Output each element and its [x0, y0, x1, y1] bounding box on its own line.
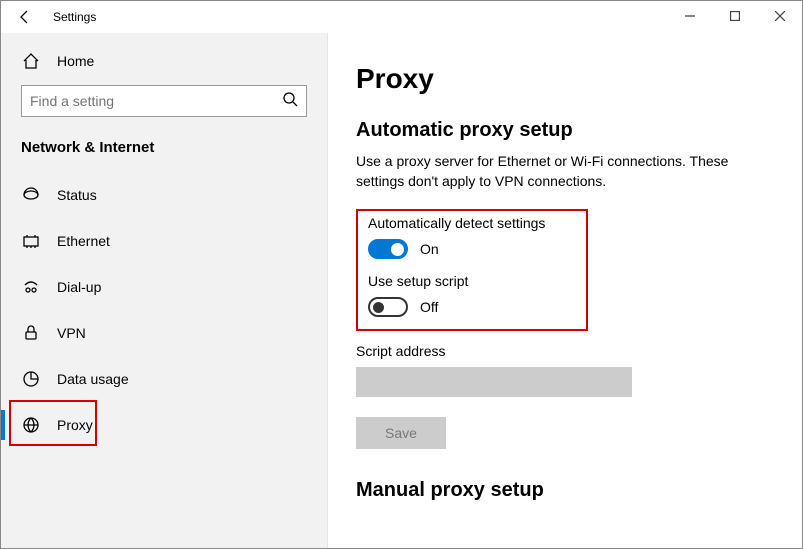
dialup-icon	[21, 277, 41, 297]
search-input[interactable]	[30, 93, 270, 109]
arrow-left-icon	[17, 9, 33, 25]
section-auto-title: Automatic proxy setup	[356, 119, 774, 142]
sidebar-item-ethernet[interactable]: Ethernet	[1, 218, 327, 264]
sidebar-item-label: Ethernet	[57, 233, 110, 249]
search-icon	[282, 91, 298, 112]
sidebar-item-label: Data usage	[57, 371, 129, 387]
sidebar-item-proxy[interactable]: Proxy	[1, 402, 327, 448]
maximize-icon	[730, 11, 740, 21]
sidebar-home[interactable]: Home	[1, 41, 327, 81]
sidebar-item-label: Status	[57, 187, 97, 203]
status-icon	[21, 185, 41, 205]
use-script-toggle[interactable]	[368, 297, 408, 317]
sidebar-item-datausage[interactable]: Data usage	[1, 356, 327, 402]
sidebar-section-header: Network & Internet	[1, 129, 327, 172]
sidebar-home-label: Home	[57, 53, 94, 69]
auto-detect-toggle[interactable]	[368, 239, 408, 259]
search-box[interactable]	[21, 85, 307, 117]
sidebar-item-label: Dial-up	[57, 279, 101, 295]
ethernet-icon	[21, 231, 41, 251]
page-title: Proxy	[356, 63, 774, 95]
sidebar-item-label: Proxy	[57, 417, 93, 433]
sidebar-item-label: VPN	[57, 325, 86, 341]
section-manual-title: Manual proxy setup	[356, 479, 774, 502]
auto-detect-state: On	[420, 241, 439, 257]
home-icon	[21, 51, 41, 71]
minimize-button[interactable]	[667, 1, 712, 31]
highlighted-settings-box: Automatically detect settings On Use set…	[356, 209, 588, 331]
datausage-icon	[21, 369, 41, 389]
section-auto-desc: Use a proxy server for Ethernet or Wi-Fi…	[356, 152, 756, 191]
close-icon	[775, 11, 785, 21]
sidebar-item-dialup[interactable]: Dial-up	[1, 264, 327, 310]
script-address-input[interactable]	[356, 367, 632, 397]
window-title: Settings	[53, 10, 96, 24]
close-button[interactable]	[757, 1, 802, 31]
proxy-icon	[21, 415, 41, 435]
maximize-button[interactable]	[712, 1, 757, 31]
use-script-state: Off	[420, 299, 438, 315]
minimize-icon	[685, 11, 695, 21]
auto-detect-label: Automatically detect settings	[368, 215, 576, 231]
use-script-label: Use setup script	[368, 273, 576, 289]
sidebar-item-status[interactable]: Status	[1, 172, 327, 218]
save-button[interactable]: Save	[356, 417, 446, 449]
script-address-label: Script address	[356, 343, 774, 359]
back-button[interactable]	[9, 1, 41, 33]
vpn-icon	[21, 323, 41, 343]
sidebar-item-vpn[interactable]: VPN	[1, 310, 327, 356]
